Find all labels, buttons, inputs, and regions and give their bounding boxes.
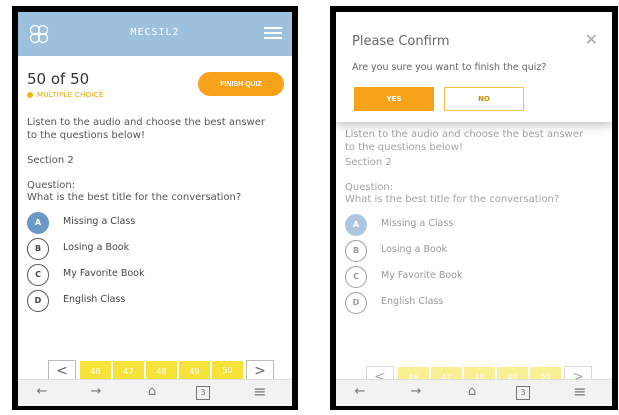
option-letter: D — [27, 290, 49, 312]
hamburger-menu-icon[interactable] — [264, 27, 282, 39]
option-text: Losing a Book — [381, 244, 448, 255]
yes-button[interactable]: YES — [354, 87, 434, 111]
option-letter: A — [345, 214, 367, 236]
question-label: Question: — [27, 180, 76, 191]
question-label-dimmed: Question: — [345, 182, 394, 193]
question-type-label: MULTIPLE CHOICE — [27, 91, 104, 99]
question-type-text: MULTIPLE CHOICE — [37, 91, 104, 99]
menu-icon[interactable]: ≡ — [250, 384, 270, 400]
option-letter: B — [27, 238, 49, 260]
menu-icon[interactable]: ≡ — [570, 384, 590, 400]
back-arrow-icon[interactable]: ← — [350, 384, 370, 400]
option-text: Missing a Class — [381, 218, 454, 229]
finish-quiz-button[interactable]: FINISH QUIZ — [198, 72, 284, 96]
option-text: My Favorite Book — [63, 268, 145, 279]
quiz-screen: MECSIL2 50 of 50 MULTIPLE CHOICE FINISH … — [18, 12, 292, 406]
dialog-question: Are you sure you want to finish the quiz… — [352, 62, 547, 73]
instruction-text-dimmed: Listen to the audio and choose the best … — [345, 129, 583, 153]
option-text: Missing a Class — [63, 216, 136, 227]
option-text: English Class — [63, 294, 126, 305]
app-title: MECSIL2 — [130, 27, 180, 38]
section-label-dimmed: Section 2 — [345, 157, 392, 168]
top-bar: MECSIL2 — [18, 12, 292, 56]
tabs-icon[interactable]: 3 — [516, 386, 530, 400]
confirm-screen: Listen to the audio and choose the best … — [336, 12, 612, 406]
confirm-dialog: Please Confirm ✕ Are you sure you want t… — [336, 12, 612, 122]
type-dot-icon — [27, 92, 33, 98]
phone-quiz-screen: MECSIL2 50 of 50 MULTIPLE CHOICE FINISH … — [12, 6, 298, 410]
browser-bottom-bar: ← → ⌂ 3 ≡ — [18, 379, 292, 406]
question-text: What is the best title for the conversat… — [27, 192, 242, 203]
no-button[interactable]: NO — [444, 87, 524, 111]
home-icon[interactable]: ⌂ — [142, 384, 162, 400]
question-text-dimmed: What is the best title for the conversat… — [345, 194, 560, 205]
tabs-icon[interactable]: 3 — [196, 386, 210, 400]
back-arrow-icon[interactable]: ← — [32, 384, 52, 400]
option-text: English Class — [381, 296, 444, 307]
close-icon[interactable]: ✕ — [585, 30, 598, 49]
phone-confirm-screen: Listen to the audio and choose the best … — [330, 6, 618, 410]
option-letter: A — [27, 212, 49, 234]
dialog-title: Please Confirm — [352, 34, 450, 49]
instruction-text: Listen to the audio and choose the best … — [27, 117, 265, 141]
question-counter: 50 of 50 — [27, 70, 90, 88]
forward-arrow-icon[interactable]: → — [406, 384, 426, 400]
option-letter: C — [345, 266, 367, 288]
option-letter: D — [345, 292, 367, 314]
forward-arrow-icon[interactable]: → — [86, 384, 106, 400]
option-text: Losing a Book — [63, 242, 130, 253]
section-label: Section 2 — [27, 155, 74, 166]
home-icon[interactable]: ⌂ — [462, 384, 482, 400]
browser-bottom-bar: ← → ⌂ 3 ≡ — [336, 379, 612, 406]
option-letter: B — [345, 240, 367, 262]
option-text: My Favorite Book — [381, 270, 463, 281]
option-letter: C — [27, 264, 49, 286]
